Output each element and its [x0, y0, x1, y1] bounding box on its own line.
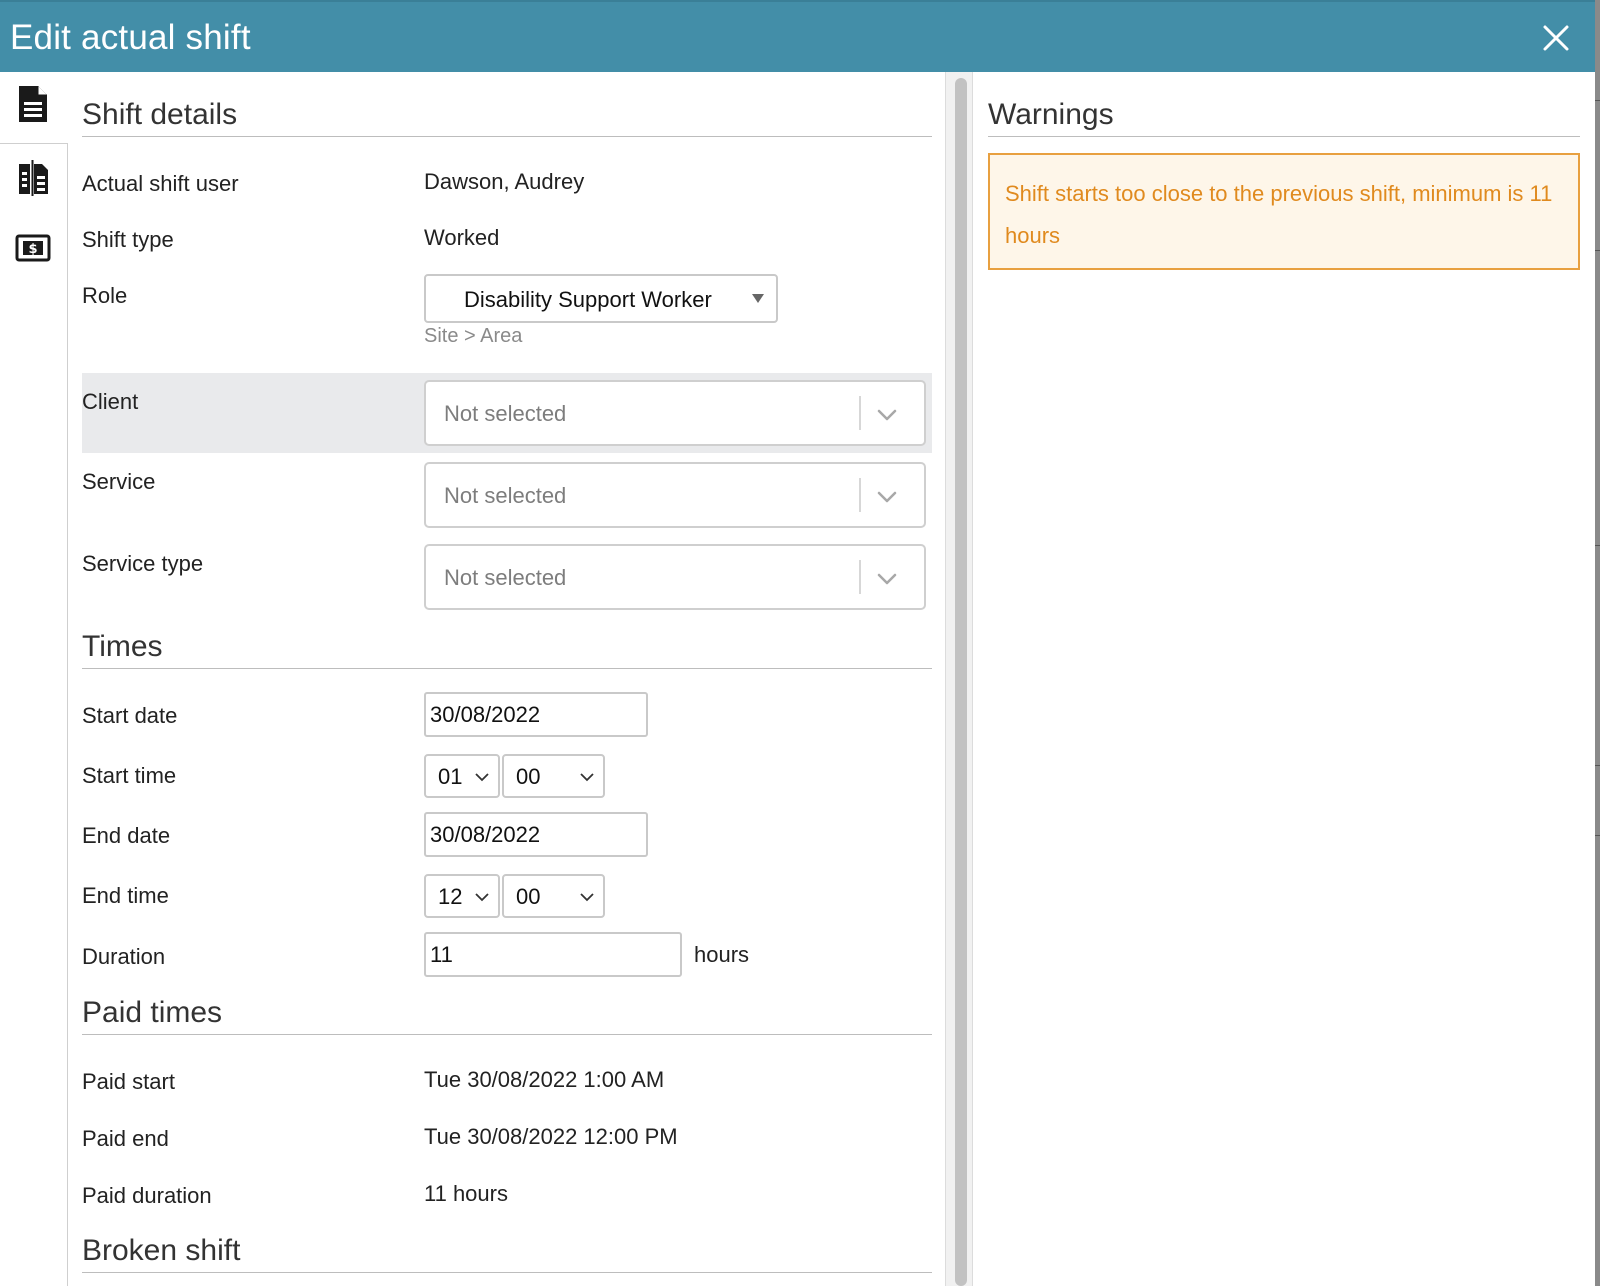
broken-shift-heading: Broken shift — [82, 1234, 241, 1267]
section-rule — [82, 136, 932, 137]
rail-border — [67, 144, 68, 1286]
dialog-title: Edit actual shift — [10, 18, 251, 57]
warning-message: Shift starts too close to the previous s… — [1005, 181, 1553, 248]
start-minute-value: 00 — [516, 764, 541, 789]
warnings-pane: Warnings Shift starts too close to the p… — [988, 72, 1580, 1286]
chevron-down-icon — [474, 769, 490, 785]
edge-tick — [1595, 835, 1600, 836]
warning-message-box: Shift starts too close to the previous s… — [988, 153, 1580, 270]
service-select-value: Not selected — [444, 483, 567, 508]
actual-shift-user-value: Dawson, Audrey — [424, 169, 585, 194]
end-time-label: End time — [82, 883, 169, 908]
warnings-heading: Warnings — [988, 98, 1114, 131]
times-heading: Times — [82, 630, 163, 663]
document-icon — [15, 84, 51, 129]
start-minute-select[interactable]: 00 — [502, 754, 605, 798]
actual-shift-user-label: Actual shift user — [82, 171, 239, 196]
edge-tick — [1595, 545, 1600, 546]
client-select-value: Not selected — [444, 401, 567, 426]
background-window-edge — [1595, 0, 1600, 1286]
service-select[interactable]: Not selected — [424, 462, 926, 528]
close-icon[interactable] — [1538, 20, 1574, 56]
duration-label: Duration — [82, 944, 166, 969]
chevron-down-icon — [474, 889, 490, 905]
service-type-label: Service type — [82, 551, 204, 576]
end-hour-select[interactable]: 12 — [424, 874, 500, 918]
split-document-icon — [15, 158, 51, 203]
paid-start-value: Tue 30/08/2022 1:00 AM — [424, 1067, 665, 1092]
start-time-label: Start time — [82, 763, 177, 788]
rail-active-separator — [0, 143, 68, 144]
role-label: Role — [82, 283, 128, 308]
shift-details-tab[interactable] — [0, 74, 66, 138]
chevron-down-icon — [579, 769, 595, 785]
end-minute-value: 00 — [516, 884, 541, 909]
paid-end-label: Paid end — [82, 1126, 169, 1151]
start-hour-value: 01 — [438, 764, 463, 789]
edge-tick — [1595, 100, 1600, 101]
money-icon: $ — [15, 228, 51, 273]
end-date-input[interactable]: 30/08/2022 — [424, 812, 648, 857]
shift-type-value: Worked — [424, 225, 500, 250]
form-scrollbar-thumb[interactable] — [955, 78, 967, 1286]
section-rule — [988, 136, 1580, 137]
service-type-select-value: Not selected — [444, 565, 567, 590]
duration-unit: hours — [694, 942, 750, 967]
service-label: Service — [82, 469, 156, 494]
chevron-down-icon — [874, 402, 900, 428]
client-label: Client — [82, 389, 139, 414]
paid-end-value: Tue 30/08/2022 12:00 PM — [424, 1124, 678, 1149]
pay-tab[interactable]: $ — [0, 218, 66, 282]
paid-duration-value: 11 hours — [424, 1181, 508, 1206]
chevron-down-icon — [874, 484, 900, 510]
role-site-area-hint: Site > Area — [424, 325, 523, 347]
end-minute-select[interactable]: 00 — [502, 874, 605, 918]
dialog-titlebar: Edit actual shift — [0, 0, 1595, 72]
section-rule — [82, 668, 932, 669]
edit-actual-shift-dialog: Edit actual shift $ Shift details Actual… — [0, 0, 1595, 1286]
shift-form: Shift details Actual shift user Dawson, … — [82, 72, 932, 1286]
side-icon-rail: $ — [0, 72, 68, 1286]
paid-duration-label: Paid duration — [82, 1183, 212, 1208]
select-divider — [859, 396, 861, 430]
role-select-value: Disability Support Worker — [464, 287, 712, 312]
paid-times-heading: Paid times — [82, 996, 223, 1029]
end-date-label: End date — [82, 823, 171, 848]
client-select[interactable]: Not selected — [424, 380, 926, 446]
split-shift-tab[interactable] — [0, 148, 66, 212]
edge-tick — [1595, 250, 1600, 251]
duration-input[interactable]: 11 — [424, 932, 682, 977]
role-select[interactable]: Disability Support Worker — [424, 274, 778, 323]
chevron-down-icon — [579, 889, 595, 905]
start-date-input[interactable]: 30/08/2022 — [424, 692, 648, 737]
svg-text:$: $ — [28, 242, 37, 257]
shift-type-label: Shift type — [82, 227, 174, 252]
select-divider — [859, 478, 861, 512]
chevron-down-icon — [874, 566, 900, 592]
section-rule — [82, 1034, 932, 1035]
end-hour-value: 12 — [438, 884, 463, 909]
caret-down-icon — [752, 294, 764, 303]
select-divider — [859, 560, 861, 594]
start-hour-select[interactable]: 01 — [424, 754, 500, 798]
start-date-label: Start date — [82, 703, 178, 728]
edge-tick — [1595, 765, 1600, 766]
section-rule — [82, 1272, 932, 1273]
paid-start-label: Paid start — [82, 1069, 175, 1094]
service-type-select[interactable]: Not selected — [424, 544, 926, 610]
shift-details-heading: Shift details — [82, 98, 238, 131]
